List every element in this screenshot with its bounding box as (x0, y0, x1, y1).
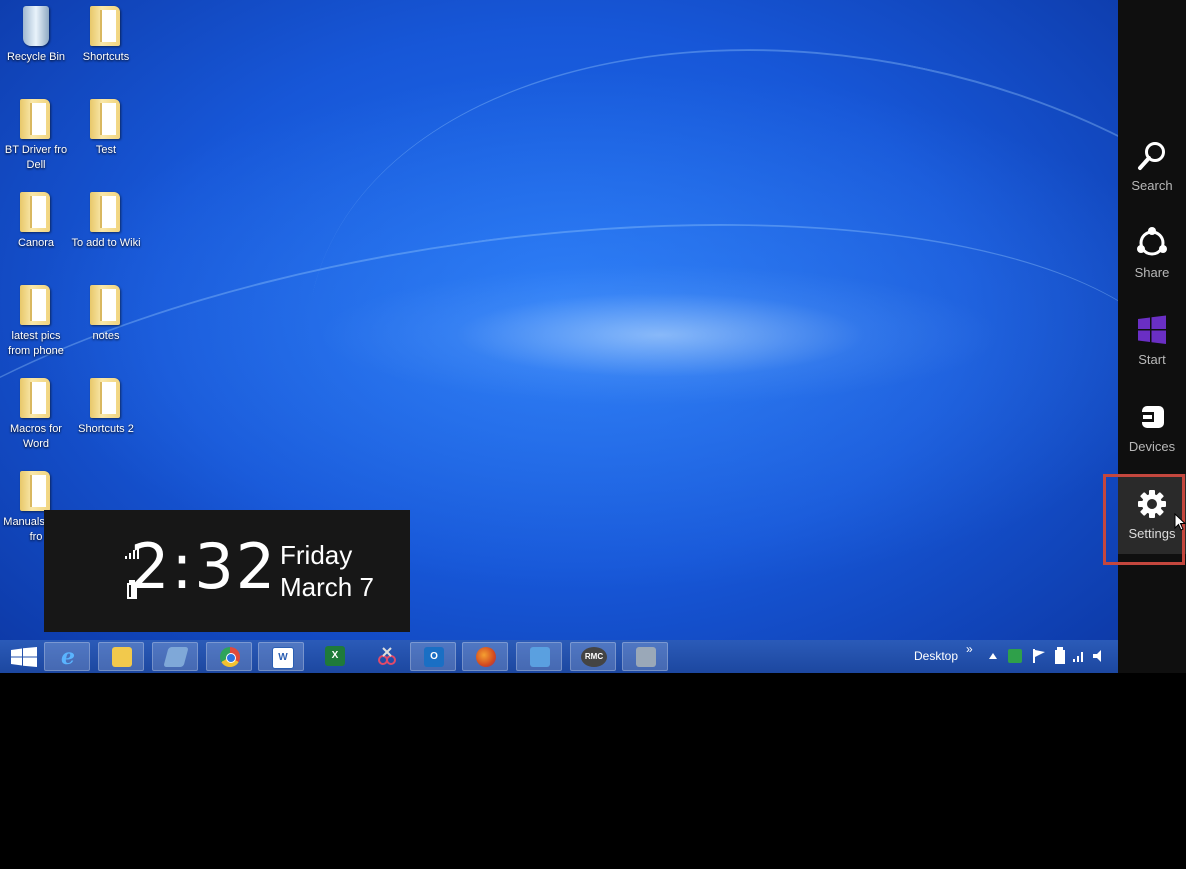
internet-explorer-icon: e (61, 644, 75, 670)
folder-icon (90, 6, 120, 46)
chrome-icon (220, 647, 240, 667)
desktop-icon-latest-pics[interactable]: latest pics from phone (0, 283, 72, 359)
icon-label: Test (95, 144, 117, 156)
charm-devices[interactable]: Devices (1118, 387, 1186, 467)
icon-label: Shortcuts (82, 51, 130, 63)
icon-label: BT Driver fro Dell (4, 144, 68, 171)
windows-logo-icon (11, 647, 37, 667)
mouse-cursor-icon (1174, 513, 1186, 531)
taskbar-outlook[interactable]: O (410, 642, 456, 671)
icon-label: Shortcuts 2 (78, 423, 134, 435)
desktop-icon-bt-driver[interactable]: BT Driver fro Dell (0, 97, 72, 173)
show-hidden-icons-icon[interactable] (988, 652, 998, 660)
share-icon (1137, 227, 1167, 256)
charms-clock-panel: 2:32 Friday March 7 (44, 510, 410, 632)
charm-search[interactable]: Search (1118, 126, 1186, 206)
taskbar-notepad-app[interactable] (152, 642, 198, 671)
charm-label: Share (1134, 265, 1170, 280)
desktop-icon-shortcuts[interactable]: Shortcuts (70, 4, 142, 65)
folder-icon (20, 99, 50, 139)
taskbar-snipping-tool[interactable] (364, 642, 410, 671)
clock-day: Friday (280, 540, 353, 570)
recycle-bin-icon (23, 6, 49, 46)
printer-icon (636, 647, 656, 667)
desktop-icon-notes[interactable]: notes (70, 283, 142, 344)
charm-label: Start (1138, 352, 1166, 367)
folder-icon (90, 99, 120, 139)
charm-label: Devices (1128, 439, 1176, 454)
taskbar-rmc-app[interactable]: RMC (570, 642, 616, 671)
charm-label: Search (1131, 178, 1173, 193)
desktop-icon-macros-for-word[interactable]: Macros for Word (0, 376, 72, 452)
outlook-icon: O (424, 647, 444, 667)
taskbar-remote-desktop[interactable] (516, 642, 562, 671)
devices-icon (1140, 406, 1164, 428)
desktop-icon-recycle-bin[interactable]: Recycle Bin (0, 4, 72, 65)
settings-highlight-box (1103, 474, 1185, 565)
folder-icon (90, 378, 120, 418)
folder-icon (20, 378, 50, 418)
folder-icon (20, 471, 50, 511)
scissors-icon (377, 646, 397, 666)
folder-icon (90, 285, 120, 325)
search-icon (1138, 142, 1165, 170)
excel-icon: X (325, 646, 345, 666)
charm-share[interactable]: Share (1118, 213, 1186, 293)
taskbar-excel[interactable]: X (312, 642, 358, 671)
folder-icon (20, 192, 50, 232)
taskbar-file-explorer[interactable] (98, 642, 144, 671)
icon-label: To add to Wiki (71, 237, 141, 249)
tray-app-icon[interactable] (1008, 649, 1022, 663)
windows-logo-icon (1138, 315, 1166, 344)
clock-time: 2:32 (130, 530, 278, 603)
icon-label: Recycle Bin (6, 51, 66, 63)
taskbar-chrome[interactable] (206, 642, 252, 671)
taskbar-printer-app[interactable] (622, 642, 668, 671)
icon-label: Macros for Word (10, 423, 62, 450)
desktop-icon-shortcuts-2[interactable]: Shortcuts 2 (70, 376, 142, 437)
icon-label: Canora (17, 237, 55, 249)
volume-icon[interactable] (1092, 649, 1106, 663)
rmc-icon: RMC (581, 647, 607, 667)
word-icon: W (272, 647, 294, 669)
charms-bar: Search Share Start Devices Settings (1118, 0, 1186, 673)
icon-label: notes (92, 330, 120, 342)
file-explorer-icon (112, 647, 132, 667)
firefox-icon (476, 647, 496, 667)
battery-icon[interactable] (1054, 647, 1066, 665)
icon-label: latest pics from phone (8, 330, 64, 357)
taskbar-word[interactable]: W (258, 642, 304, 671)
desktop-icon-canora[interactable]: Canora (0, 190, 72, 251)
taskbar-internet-explorer[interactable]: e (44, 642, 90, 671)
desktop-toolbar-label[interactable]: Desktop (914, 649, 958, 663)
action-center-flag-icon[interactable] (1032, 648, 1046, 664)
notification-area: Desktop » (908, 640, 1118, 673)
taskbar-firefox[interactable] (462, 642, 508, 671)
network-signal-icon[interactable] (1072, 649, 1086, 663)
folder-icon (90, 192, 120, 232)
clock-date: March 7 (280, 572, 374, 602)
notepad-icon (163, 647, 189, 667)
toolbar-chevron[interactable]: » (966, 642, 973, 656)
start-button[interactable] (2, 642, 48, 671)
folder-icon (20, 285, 50, 325)
taskbar: e W X O RMC Desktop » (0, 640, 1118, 673)
charm-start[interactable]: Start (1118, 300, 1186, 380)
desktop-icon-test[interactable]: Test (70, 97, 142, 158)
remote-desktop-icon (530, 647, 550, 667)
desktop-icon-to-add-to-wiki[interactable]: To add to Wiki (70, 190, 142, 251)
